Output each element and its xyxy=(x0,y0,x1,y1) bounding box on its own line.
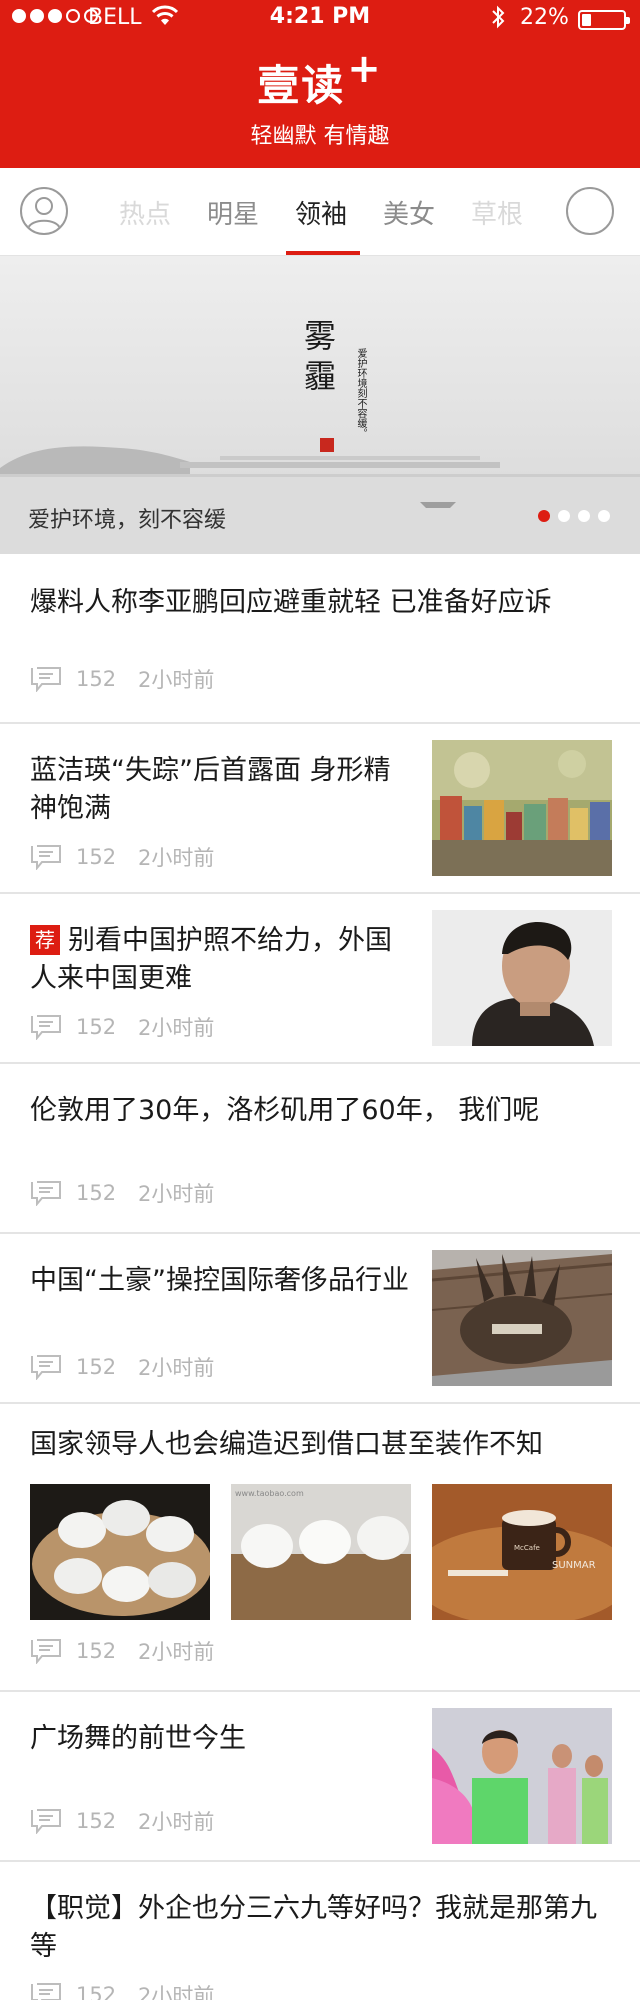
comment-count: 152 xyxy=(76,1355,117,1379)
banner-vertical-text: 爱护环境刻不容缓。 xyxy=(355,348,366,438)
more-categories-button[interactable] xyxy=(566,187,614,235)
comment-icon xyxy=(31,1983,61,2000)
news-meta: 152 2小时前 xyxy=(30,1636,214,1666)
comment-icon xyxy=(31,1809,61,1834)
comment-icon xyxy=(31,1181,61,1206)
user-profile-icon[interactable] xyxy=(20,187,68,235)
comment-count: 152 xyxy=(76,1809,117,1833)
news-thumbnail xyxy=(432,1250,612,1386)
category-tabs: 热点 明星 领袖 美女 草根 xyxy=(100,168,540,256)
comment-count: 152 xyxy=(76,1983,117,2000)
news-meta: 152 2小时前 xyxy=(30,1012,214,1042)
news-title: 【职觉】外企也分三六九等好吗？我就是那第九等 xyxy=(30,1893,597,1962)
logo-text: 壹读 xyxy=(257,61,346,110)
comment-icon xyxy=(31,1015,61,1040)
publish-time: 2小时前 xyxy=(138,668,215,692)
page-dot xyxy=(538,510,550,522)
image-text: SUNMAR xyxy=(552,1560,596,1571)
banner-title-line2: 霾 xyxy=(303,357,336,395)
news-item[interactable]: 伦敦用了30年，洛杉矶用了60年， 我们呢 152 2小时前 xyxy=(0,1064,640,1234)
news-meta: 152 2小时前 xyxy=(30,1980,214,2000)
comment-icon xyxy=(31,845,61,870)
publish-time: 2小时前 xyxy=(138,1356,215,1380)
publish-time: 2小时前 xyxy=(138,846,215,870)
publish-time: 2小时前 xyxy=(138,1640,215,1664)
news-title: 国家领导人也会编造迟到借口甚至装作不知 xyxy=(30,1429,543,1460)
comment-count: 152 xyxy=(76,1639,117,1663)
news-meta: 152 2小时前 xyxy=(30,1178,214,1208)
news-thumbnail xyxy=(432,740,612,876)
news-item[interactable]: 蓝洁瑛“失踪”后首露面 身形精神饱满 152 2小时前 xyxy=(0,724,640,894)
news-title: 伦敦用了30年，洛杉矶用了60年， 我们呢 xyxy=(30,1095,540,1126)
bluetooth-icon xyxy=(492,5,505,29)
news-title: 蓝洁瑛“失踪”后首露面 身形精神饱满 xyxy=(30,755,391,824)
app-logo: 壹读+ xyxy=(0,46,640,113)
app-slogan: 轻幽默 有情趣 xyxy=(250,124,390,149)
news-meta: 152 2小时前 xyxy=(30,664,214,694)
comment-icon xyxy=(31,1355,61,1380)
news-title: 中国“土豪”操控国际奢侈品行业 xyxy=(30,1265,409,1296)
comment-count: 152 xyxy=(76,1015,117,1039)
tab-hot[interactable]: 热点 xyxy=(100,194,190,231)
news-item[interactable]: 爆料人称李亚鹏回应避重就轻 已准备好应诉 152 2小时前 xyxy=(0,554,640,724)
logo-plus: + xyxy=(347,46,383,92)
news-meta: 152 2小时前 xyxy=(30,1352,214,1382)
page-dot xyxy=(578,510,590,522)
comment-count: 152 xyxy=(76,1181,117,1205)
publish-time: 2小时前 xyxy=(138,1016,215,1040)
news-title: 广场舞的前世今生 xyxy=(30,1723,246,1754)
seal-stamp xyxy=(320,438,334,452)
status-bar: BELL 4:21 PM 22% xyxy=(0,0,640,40)
active-tab-indicator xyxy=(286,251,360,255)
news-item[interactable]: 【职觉】外企也分三六九等好吗？我就是那第九等 152 2小时前 xyxy=(0,1862,640,2000)
publish-time: 2小时前 xyxy=(138,1182,215,1206)
news-title: 爆料人称李亚鹏回应避重就轻 已准备好应诉 xyxy=(30,587,552,618)
banner-caption: 爱护环境，刻不容缓 xyxy=(28,508,227,533)
publish-time: 2小时前 xyxy=(138,1810,215,1834)
news-thumbnail: SUNMAR McCafe xyxy=(432,1484,612,1620)
battery-percentage: 22% xyxy=(520,5,569,30)
news-meta: 152 2小时前 xyxy=(30,1806,214,1836)
battery-icon xyxy=(578,10,630,30)
news-title-text: 别看中国护照不给力，外国人来中国更难 xyxy=(30,925,392,994)
news-title: 荐别看中国护照不给力，外国人来中国更难 xyxy=(30,922,410,998)
news-thumbnail xyxy=(432,1708,612,1844)
comment-count: 152 xyxy=(76,667,117,691)
image-text: McCafe xyxy=(514,1544,540,1552)
tab-grassroots[interactable]: 草根 xyxy=(452,194,542,231)
image-watermark: www.taobao.com xyxy=(235,1489,304,1498)
banner-calligraphy: 雾 霾 xyxy=(54,316,586,396)
news-item[interactable]: 国家领导人也会编造迟到借口甚至装作不知 www.taobao.com SUNMA… xyxy=(0,1404,640,1692)
category-tab-bar: 热点 明星 领袖 美女 草根 xyxy=(0,168,640,256)
news-thumbnail xyxy=(432,910,612,1046)
news-item[interactable]: 荐别看中国护照不给力，外国人来中国更难 152 2小时前 xyxy=(0,894,640,1064)
news-meta: 152 2小时前 xyxy=(30,842,214,872)
app-header: BELL 4:21 PM 22% 壹读+ 轻幽默 有情趣 xyxy=(0,0,640,168)
comment-icon xyxy=(31,667,61,692)
comment-icon xyxy=(31,1639,61,1664)
news-thumbnail xyxy=(30,1484,210,1620)
publish-time: 2小时前 xyxy=(138,1984,215,2000)
tab-stars[interactable]: 明星 xyxy=(188,194,278,231)
tab-beauties[interactable]: 美女 xyxy=(364,194,454,231)
comment-count: 152 xyxy=(76,845,117,869)
featured-banner[interactable]: 雾 霾 爱护环境刻不容缓。 爱护环境，刻不容缓 xyxy=(0,256,640,554)
page-dot xyxy=(558,510,570,522)
news-item[interactable]: 中国“土豪”操控国际奢侈品行业 152 2小时前 xyxy=(0,1234,640,1404)
news-thumbnail: www.taobao.com xyxy=(231,1484,411,1620)
recommended-tag: 荐 xyxy=(30,925,60,955)
tab-leaders[interactable]: 领袖 xyxy=(276,194,366,231)
news-item[interactable]: 广场舞的前世今生 152 2小时前 xyxy=(0,1692,640,1862)
banner-title-line1: 雾 xyxy=(303,317,336,355)
banner-page-indicator xyxy=(538,510,610,522)
page-dot xyxy=(598,510,610,522)
